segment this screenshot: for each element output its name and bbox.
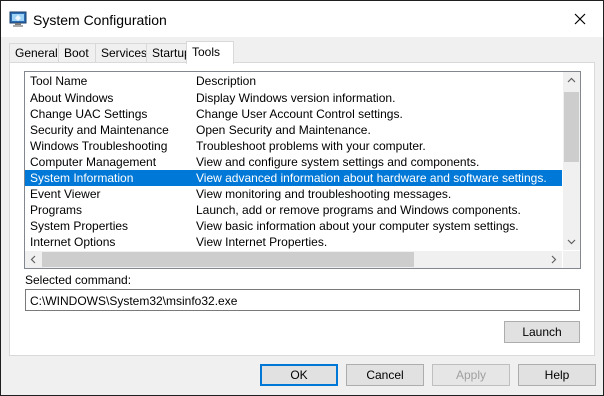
help-button[interactable]: Help xyxy=(518,364,596,386)
selected-command-label: Selected command: xyxy=(25,273,132,287)
column-header-description[interactable]: Description xyxy=(196,74,256,88)
cancel-button[interactable]: Cancel xyxy=(346,364,424,386)
list-item[interactable]: About Windows Display Windows version inf… xyxy=(25,90,562,106)
description-cell: View basic information about your comput… xyxy=(196,219,519,233)
list-item[interactable]: System Properties View basic information … xyxy=(25,218,562,234)
tab-general[interactable]: General xyxy=(9,43,59,63)
list-item[interactable]: Internet Options View Internet Properties… xyxy=(25,234,562,250)
tool-name-cell: About Windows xyxy=(30,91,114,105)
column-header-tool-name[interactable]: Tool Name xyxy=(30,74,87,88)
scroll-left-button[interactable] xyxy=(25,251,42,268)
tool-name-cell: Change UAC Settings xyxy=(30,107,148,121)
description-cell: View monitoring and troubleshooting mess… xyxy=(196,187,452,201)
list-rows: About Windows Display Windows version inf… xyxy=(25,90,562,250)
chevron-down-icon xyxy=(567,239,576,245)
description-cell: View and configure system settings and c… xyxy=(196,155,480,169)
horizontal-scroll-thumb[interactable] xyxy=(42,252,414,267)
horizontal-scrollbar[interactable] xyxy=(25,251,562,268)
description-cell: Change User Account Control settings. xyxy=(196,107,403,121)
tools-tab-panel: Tool Name Description About Windows Displ… xyxy=(9,62,595,356)
description-cell: Launch, add or remove programs and Windo… xyxy=(196,203,521,217)
scroll-up-button[interactable] xyxy=(563,72,580,89)
scroll-right-button[interactable] xyxy=(545,251,562,268)
chevron-right-icon xyxy=(551,255,557,264)
tool-name-cell: Programs xyxy=(30,203,83,217)
msconfig-app-icon xyxy=(9,10,27,28)
tab-boot[interactable]: Boot xyxy=(58,43,96,63)
list-item[interactable]: Programs Launch, add or remove programs a… xyxy=(25,202,562,218)
tool-name-cell: Event Viewer xyxy=(30,187,101,201)
tool-name-cell: Windows Troubleshooting xyxy=(30,139,168,153)
description-cell: Troubleshoot problems with your computer… xyxy=(196,139,426,153)
title-bar[interactable]: System Configuration xyxy=(1,1,603,37)
tab-tools[interactable]: Tools xyxy=(186,41,234,64)
tool-name-cell: Computer Management xyxy=(30,155,157,169)
list-item[interactable]: Change UAC Settings Change User Account C… xyxy=(25,106,562,122)
list-item[interactable]: Windows Troubleshooting Troubleshoot prob… xyxy=(25,138,562,154)
tool-name-cell: System Properties xyxy=(30,219,129,233)
list-header: Tool Name Description xyxy=(25,72,562,90)
scrollbar-corner xyxy=(563,251,580,268)
tool-name-cell: System Information xyxy=(30,171,134,185)
tool-name-cell: Security and Maintenance xyxy=(30,123,169,137)
chevron-up-icon xyxy=(567,77,576,83)
system-configuration-window: System Configuration General Boot Servic… xyxy=(0,0,604,396)
close-button[interactable] xyxy=(557,1,603,37)
selected-command-field[interactable]: C:\WINDOWS\System32\msinfo32.exe xyxy=(25,289,580,311)
window-title: System Configuration xyxy=(33,12,167,28)
vertical-scrollbar[interactable] xyxy=(563,72,580,250)
apply-button[interactable]: Apply xyxy=(432,364,510,386)
chevron-left-icon xyxy=(30,255,36,264)
description-cell: Open Security and Maintenance. xyxy=(196,123,371,137)
tab-services[interactable]: Services xyxy=(95,43,150,63)
scroll-down-button[interactable] xyxy=(563,233,580,250)
list-item[interactable]: Event Viewer View monitoring and troubles… xyxy=(25,186,562,202)
description-cell: Display Windows version information. xyxy=(196,91,396,105)
tool-name-cell: Internet Options xyxy=(30,235,116,249)
list-item[interactable]: System Information View advanced informat… xyxy=(25,170,562,186)
ok-button[interactable]: OK xyxy=(260,364,338,386)
list-item[interactable]: Security and Maintenance Open Security an… xyxy=(25,122,562,138)
close-icon xyxy=(574,13,586,25)
launch-button[interactable]: Launch xyxy=(504,321,580,343)
list-item[interactable]: Computer Management View and configure sy… xyxy=(25,154,562,170)
description-cell: View Internet Properties. xyxy=(196,235,328,249)
vertical-scroll-thumb[interactable] xyxy=(564,92,579,162)
description-cell: View advanced information about hardware… xyxy=(196,171,547,185)
tools-list[interactable]: Tool Name Description About Windows Displ… xyxy=(24,71,581,269)
